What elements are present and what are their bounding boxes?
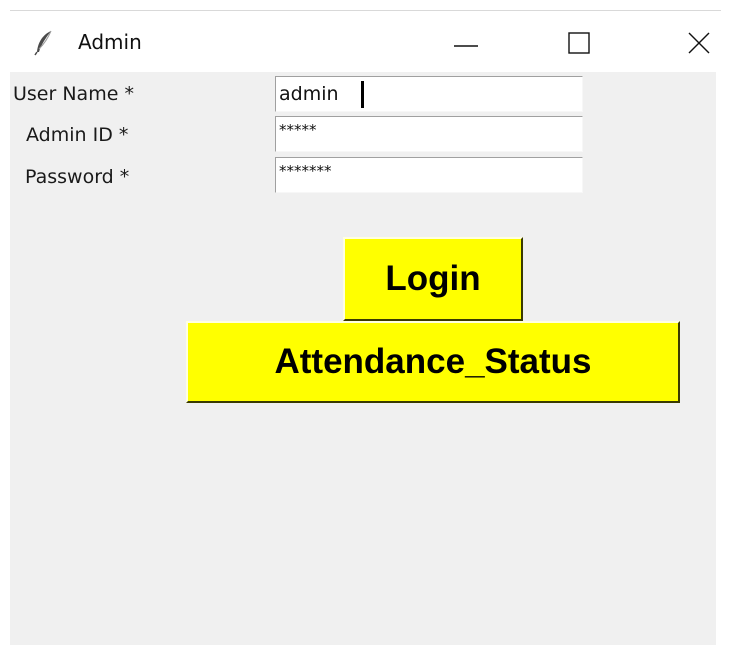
screen: Admin User Name * Admin ID * Password * …	[0, 0, 731, 645]
username-label: User Name *	[13, 83, 134, 105]
close-icon[interactable]	[680, 26, 720, 60]
title-bar[interactable]: Admin	[10, 12, 731, 72]
password-label: Password *	[25, 166, 130, 188]
admin-form-panel: User Name * Admin ID * Password * admin …	[10, 72, 716, 645]
window-top-border	[10, 10, 721, 11]
password-input[interactable]: *******	[275, 157, 583, 193]
admin-id-input[interactable]: *****	[275, 116, 583, 152]
attendance-status-button[interactable]: Attendance_Status	[186, 321, 680, 403]
login-button[interactable]: Login	[343, 237, 523, 321]
maximize-icon[interactable]	[560, 26, 600, 60]
minimize-icon[interactable]	[446, 26, 486, 60]
admin-id-label: Admin ID *	[26, 124, 129, 146]
feather-icon	[34, 30, 54, 56]
text-cursor	[361, 81, 364, 108]
window-title: Admin	[78, 30, 142, 54]
username-input[interactable]: admin	[275, 76, 583, 112]
